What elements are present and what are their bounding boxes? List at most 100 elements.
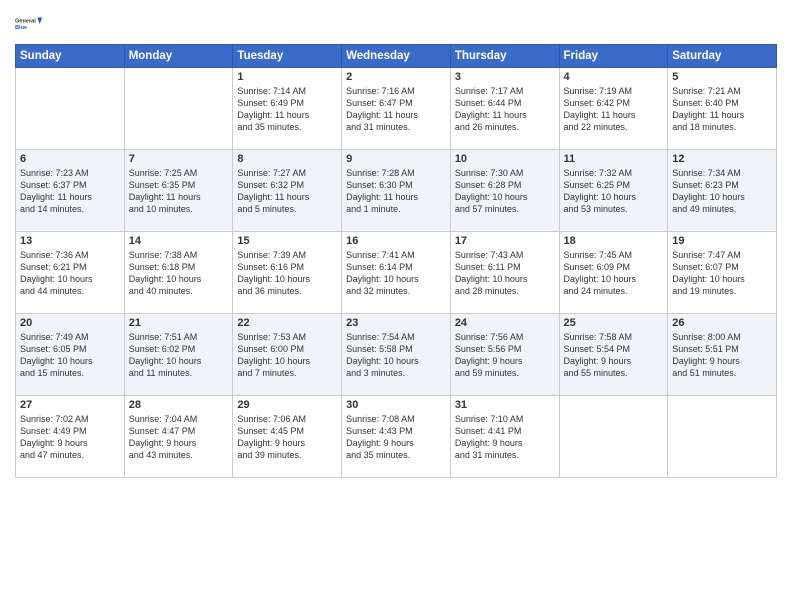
calendar-cell: 12 Sunrise: 7:34 AM Sunset: 6:23 PM Dayli… [668,150,777,232]
calendar-cell: 13 Sunrise: 7:36 AM Sunset: 6:21 PM Dayli… [16,232,125,314]
svg-text:General: General [15,19,36,25]
day-number: 26 [672,317,772,329]
cell-text: Sunrise: 7:25 AM Sunset: 6:35 PM Dayligh… [129,167,229,216]
day-number: 8 [237,153,337,165]
day-number: 15 [237,235,337,247]
calendar-week-row: 1 Sunrise: 7:14 AM Sunset: 6:49 PM Daylig… [16,68,777,150]
day-number: 24 [455,317,555,329]
cell-text: Sunrise: 7:54 AM Sunset: 5:58 PM Dayligh… [346,331,446,380]
cell-text: Sunrise: 7:23 AM Sunset: 6:37 PM Dayligh… [20,167,120,216]
day-number: 20 [20,317,120,329]
day-number: 16 [346,235,446,247]
cell-text: Sunrise: 7:27 AM Sunset: 6:32 PM Dayligh… [237,167,337,216]
day-number: 12 [672,153,772,165]
cell-text: Sunrise: 7:17 AM Sunset: 6:44 PM Dayligh… [455,85,555,134]
calendar-header: SundayMondayTuesdayWednesdayThursdayFrid… [16,45,777,68]
calendar-cell: 25Sunrise: 7:58 AM Sunset: 5:54 PM Dayli… [559,314,668,396]
calendar-cell: 1 Sunrise: 7:14 AM Sunset: 6:49 PM Daylig… [233,68,342,150]
calendar-cell: 22Sunrise: 7:53 AM Sunset: 6:00 PM Dayli… [233,314,342,396]
cell-text: Sunrise: 7:53 AM Sunset: 6:00 PM Dayligh… [237,331,337,380]
day-number: 28 [129,399,229,411]
day-number: 14 [129,235,229,247]
day-number: 9 [346,153,446,165]
cell-text: Sunrise: 7:45 AM Sunset: 6:09 PM Dayligh… [564,249,664,298]
day-number: 10 [455,153,555,165]
calendar-cell: 26 Sunrise: 8:00 AM Sunset: 5:51 PM Dayli… [668,314,777,396]
weekday-header: Tuesday [233,45,342,68]
calendar-cell: 27 Sunrise: 7:02 AM Sunset: 4:49 PM Dayli… [16,396,125,478]
weekday-header: Sunday [16,45,125,68]
logo: GeneralBlue [15,10,43,38]
calendar-cell: 2 Sunrise: 7:16 AM Sunset: 6:47 PM Daylig… [342,68,451,150]
calendar-cell: 11 Sunrise: 7:32 AM Sunset: 6:25 PM Dayli… [559,150,668,232]
calendar-cell: 17 Sunrise: 7:43 AM Sunset: 6:11 PM Dayli… [450,232,559,314]
calendar-cell: 28 Sunrise: 7:04 AM Sunset: 4:47 PM Dayli… [124,396,233,478]
page: GeneralBlue SundayMondayTuesdayWednesday… [0,0,792,612]
day-number: 27 [20,399,120,411]
calendar-week-row: 13 Sunrise: 7:36 AM Sunset: 6:21 PM Dayli… [16,232,777,314]
calendar-cell: 31 Sunrise: 7:10 AM Sunset: 4:41 PM Dayli… [450,396,559,478]
header: GeneralBlue [15,10,777,38]
day-number: 3 [455,71,555,83]
calendar-cell [668,396,777,478]
cell-text: Sunrise: 7:06 AM Sunset: 4:45 PM Dayligh… [237,413,337,462]
cell-text: Sunrise: 7:49 AM Sunset: 6:05 PM Dayligh… [20,331,120,380]
calendar-cell: 30Sunrise: 7:08 AM Sunset: 4:43 PM Dayli… [342,396,451,478]
calendar-cell: 19 Sunrise: 7:47 AM Sunset: 6:07 PM Dayli… [668,232,777,314]
cell-text: Sunrise: 7:14 AM Sunset: 6:49 PM Dayligh… [237,85,337,134]
cell-text: Sunrise: 7:28 AM Sunset: 6:30 PM Dayligh… [346,167,446,216]
calendar-cell: 15 Sunrise: 7:39 AM Sunset: 6:16 PM Dayli… [233,232,342,314]
day-number: 31 [455,399,555,411]
calendar-cell: 16Sunrise: 7:41 AM Sunset: 6:14 PM Dayli… [342,232,451,314]
day-number: 30 [346,399,446,411]
cell-text: Sunrise: 7:19 AM Sunset: 6:42 PM Dayligh… [564,85,664,134]
calendar-cell: 14 Sunrise: 7:38 AM Sunset: 6:18 PM Dayli… [124,232,233,314]
cell-text: Sunrise: 7:39 AM Sunset: 6:16 PM Dayligh… [237,249,337,298]
cell-text: Sunrise: 7:04 AM Sunset: 4:47 PM Dayligh… [129,413,229,462]
calendar-cell: 4 Sunrise: 7:19 AM Sunset: 6:42 PM Daylig… [559,68,668,150]
calendar-cell: 6 Sunrise: 7:23 AM Sunset: 6:37 PM Daylig… [16,150,125,232]
cell-text: Sunrise: 7:02 AM Sunset: 4:49 PM Dayligh… [20,413,120,462]
cell-text: Sunrise: 7:10 AM Sunset: 4:41 PM Dayligh… [455,413,555,462]
cell-text: Sunrise: 7:32 AM Sunset: 6:25 PM Dayligh… [564,167,664,216]
cell-text: Sunrise: 7:43 AM Sunset: 6:11 PM Dayligh… [455,249,555,298]
calendar-cell: 8 Sunrise: 7:27 AM Sunset: 6:32 PM Daylig… [233,150,342,232]
day-number: 17 [455,235,555,247]
calendar-cell: 29 Sunrise: 7:06 AM Sunset: 4:45 PM Dayli… [233,396,342,478]
day-number: 11 [564,153,664,165]
calendar-cell: 9 Sunrise: 7:28 AM Sunset: 6:30 PM Daylig… [342,150,451,232]
weekday-header: Saturday [668,45,777,68]
cell-text: Sunrise: 7:21 AM Sunset: 6:40 PM Dayligh… [672,85,772,134]
day-number: 19 [672,235,772,247]
cell-text: Sunrise: 7:51 AM Sunset: 6:02 PM Dayligh… [129,331,229,380]
calendar-week-row: 20 Sunrise: 7:49 AM Sunset: 6:05 PM Dayli… [16,314,777,396]
day-number: 5 [672,71,772,83]
calendar-cell: 24Sunrise: 7:56 AM Sunset: 5:56 PM Dayli… [450,314,559,396]
calendar-cell: 10 Sunrise: 7:30 AM Sunset: 6:28 PM Dayli… [450,150,559,232]
svg-text:Blue: Blue [15,25,27,31]
cell-text: Sunrise: 8:00 AM Sunset: 5:51 PM Dayligh… [672,331,772,380]
cell-text: Sunrise: 7:16 AM Sunset: 6:47 PM Dayligh… [346,85,446,134]
cell-text: Sunrise: 7:47 AM Sunset: 6:07 PM Dayligh… [672,249,772,298]
cell-text: Sunrise: 7:34 AM Sunset: 6:23 PM Dayligh… [672,167,772,216]
calendar-cell: 5 Sunrise: 7:21 AM Sunset: 6:40 PM Daylig… [668,68,777,150]
calendar-cell: 23 Sunrise: 7:54 AM Sunset: 5:58 PM Dayli… [342,314,451,396]
calendar-cell: 18Sunrise: 7:45 AM Sunset: 6:09 PM Dayli… [559,232,668,314]
day-number: 1 [237,71,337,83]
calendar-week-row: 6 Sunrise: 7:23 AM Sunset: 6:37 PM Daylig… [16,150,777,232]
day-number: 4 [564,71,664,83]
day-number: 29 [237,399,337,411]
calendar-cell: 7Sunrise: 7:25 AM Sunset: 6:35 PM Daylig… [124,150,233,232]
day-number: 13 [20,235,120,247]
day-number: 6 [20,153,120,165]
cell-text: Sunrise: 7:38 AM Sunset: 6:18 PM Dayligh… [129,249,229,298]
calendar-cell [16,68,125,150]
day-number: 21 [129,317,229,329]
cell-text: Sunrise: 7:36 AM Sunset: 6:21 PM Dayligh… [20,249,120,298]
calendar-cell: 3 Sunrise: 7:17 AM Sunset: 6:44 PM Daylig… [450,68,559,150]
cell-text: Sunrise: 7:30 AM Sunset: 6:28 PM Dayligh… [455,167,555,216]
day-number: 2 [346,71,446,83]
calendar-cell: 21 Sunrise: 7:51 AM Sunset: 6:02 PM Dayli… [124,314,233,396]
cell-text: Sunrise: 7:58 AM Sunset: 5:54 PM Dayligh… [564,331,664,380]
day-number: 23 [346,317,446,329]
